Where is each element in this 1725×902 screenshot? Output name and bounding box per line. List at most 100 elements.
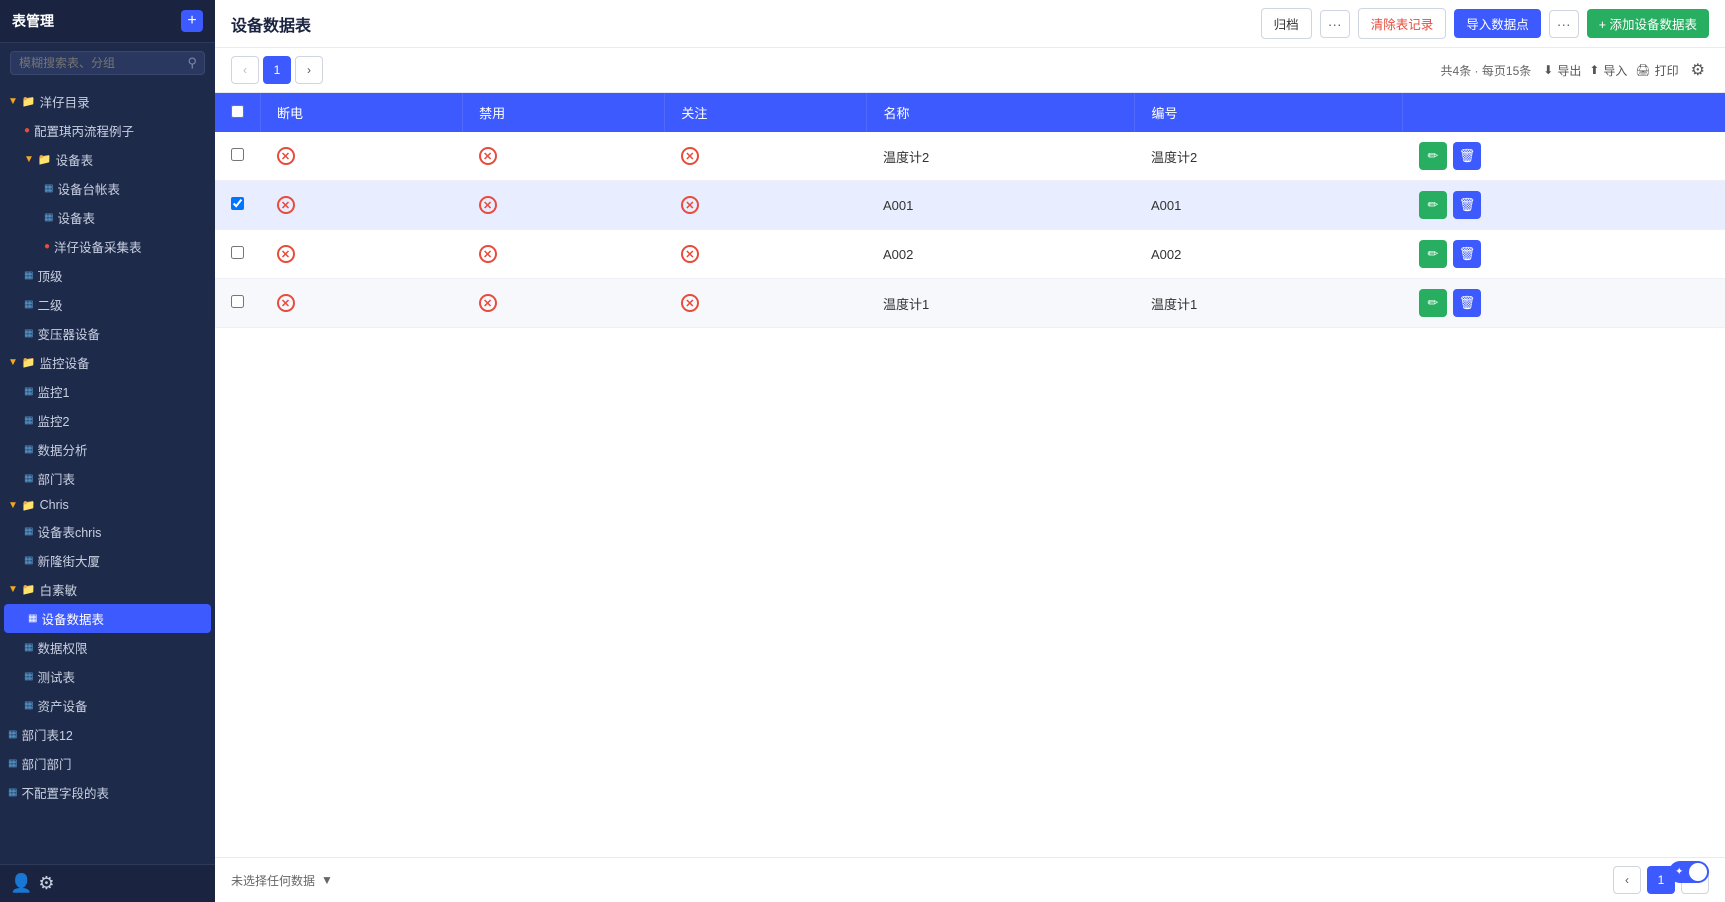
row-checkbox-1[interactable] [231,197,244,210]
prev-page-button[interactable]: ‹ [231,56,259,84]
table-row: ✕ ✕ ✕ 温度计2 温度计2 ✏ 🗑 [215,132,1725,181]
row-checkbox-0[interactable] [231,148,244,161]
sidebar-item-device-account[interactable]: ▦ 设备台帐表 [0,174,215,203]
x-circle-icon: ✕ [479,147,497,165]
select-all-checkbox[interactable] [231,105,244,118]
page-title: 设备数据表 [231,12,311,36]
sidebar-item-label: 顶级 [37,266,62,285]
search-input[interactable] [10,51,205,75]
sidebar-item-dept-table12[interactable]: ▦ 部门表12 [0,720,215,749]
x-circle-icon: ✕ [681,196,699,214]
sidebar-item-yangzai-dir[interactable]: ▼ 📁 洋仔目录 [0,87,215,116]
edit-button-3[interactable]: ✏ [1419,289,1447,317]
sidebar-item-xinlong-building[interactable]: ▦ 新隆街大厦 [0,546,215,575]
sidebar-item-chris-dir[interactable]: ▼ 📁 Chris [0,493,215,517]
sidebar-item-device-table[interactable]: ▦ 设备表 [0,203,215,232]
sidebar-item-label: 数据权限 [37,638,87,657]
edit-button-2[interactable]: ✏ [1419,240,1447,268]
sidebar-item-label: Chris [40,498,69,512]
column-code: 编号 [1135,93,1403,132]
user-avatar[interactable]: 👤 [10,873,32,894]
sidebar-item-test-table[interactable]: ▦ 测试表 [0,662,215,691]
delete-button-0[interactable]: 🗑 [1453,142,1481,170]
sidebar-item-label: 变压器设备 [37,324,100,343]
sidebar-item-label: 新隆街大厦 [37,551,100,570]
sidebar-item-label: 设备台帐表 [57,179,120,198]
delete-button-2[interactable]: 🗑 [1453,240,1481,268]
sidebar-item-config-qiong[interactable]: ● 配置琪丙流程例子 [0,116,215,145]
sidebar-item-no-field-table[interactable]: ▦ 不配置字段的表 [0,778,215,807]
delete-button-3[interactable]: 🗑 [1453,289,1481,317]
sidebar-item-top-level[interactable]: ▦ 顶级 [0,261,215,290]
sidebar-tree: ▼ 📁 洋仔目录 ● 配置琪丙流程例子 ▼ 📁 设备表 ▦ 设备台帐表 ▦ 设备… [0,83,215,864]
sidebar-item-monitor1[interactable]: ▦ 监控1 [0,377,215,406]
export-button[interactable]: ⬇ 导出 [1543,62,1581,79]
folder-icon: 📁 [22,356,36,369]
next-page-button[interactable]: › [295,56,323,84]
column-power-off: 断电 [261,93,463,132]
toggle-switch[interactable]: ✦ [1669,861,1709,883]
folder-icon: 📁 [22,499,36,512]
row-name: 温度计1 [867,279,1135,328]
sidebar-item-device-table-dir[interactable]: ▼ 📁 设备表 [0,145,215,174]
sidebar-item-asset-device[interactable]: ▦ 资产设备 [0,691,215,720]
settings-icon[interactable]: ⚙ [38,873,54,894]
table-settings-button[interactable]: ⚙ [1687,56,1709,84]
print-icon: 🖨 [1635,63,1650,77]
sidebar-item-second-level[interactable]: ▦ 二级 [0,290,215,319]
sidebar-item-dept-dept[interactable]: ▦ 部门部门 [0,749,215,778]
print-button[interactable]: 🖨 打印 [1635,62,1678,79]
sidebar-item-baisumin-dir[interactable]: ▼ 📁 白素敏 [0,575,215,604]
clear-records-button[interactable]: 清除表记录 [1358,8,1447,39]
sidebar-item-monitor-dir[interactable]: ▼ 📁 监控设备 [0,348,215,377]
delete-button-1[interactable]: 🗑 [1453,191,1481,219]
column-name: 名称 [867,93,1135,132]
archive-button[interactable]: 归档 [1261,8,1312,39]
row-disable: ✕ [463,230,665,279]
pagination-left: ‹ 1 › [231,56,323,84]
row-code: 温度计2 [1135,132,1403,181]
sidebar-item-data-auth[interactable]: ▦ 数据权限 [0,633,215,662]
edit-button-0[interactable]: ✏ [1419,142,1447,170]
import-more-button[interactable]: ··· [1549,10,1579,38]
import-button[interactable]: ⬆ 导入 [1589,62,1627,79]
sidebar-item-dept-table[interactable]: ▦ 部门表 [0,464,215,493]
sidebar-title: 表管理 [12,11,54,31]
x-circle-icon: ✕ [681,294,699,312]
topbar: 设备数据表 归档 ··· 清除表记录 导入数据点 ··· + 添加设备数据表 [215,0,1725,48]
column-actions [1403,93,1725,132]
sidebar-item-monitor2[interactable]: ▦ 监控2 [0,406,215,435]
add-device-data-button[interactable]: + 添加设备数据表 [1587,9,1709,38]
main-content: 设备数据表 归档 ··· 清除表记录 导入数据点 ··· + 添加设备数据表 ‹… [215,0,1725,902]
sidebar-item-yangzai-device[interactable]: ● 洋仔设备采集表 [0,232,215,261]
add-table-button[interactable]: + [181,10,203,32]
row-checkbox-3[interactable] [231,295,244,308]
row-checkbox-cell [215,132,261,181]
import-data-button[interactable]: 导入数据点 [1454,9,1541,38]
row-checkbox-cell [215,181,261,230]
row-disable: ✕ [463,132,665,181]
toggle-icon: ✦ [1675,867,1683,878]
sidebar-item-label: 部门部门 [21,754,71,773]
sidebar-item-transformer[interactable]: ▦ 变压器设备 [0,319,215,348]
sidebar-item-data-analysis[interactable]: ▦ 数据分析 [0,435,215,464]
x-circle-icon: ✕ [681,147,699,165]
archive-more-button[interactable]: ··· [1320,10,1350,38]
sidebar-item-device-chris[interactable]: ▦ 设备表chris [0,517,215,546]
pagination-top-bar: ‹ 1 › 共4条 · 每页15条 ⬇ 导出 ⬆ 导入 🖨 打印 [215,48,1725,93]
sidebar-item-label: 洋仔设备采集表 [54,237,142,256]
x-circle-icon: ✕ [277,245,295,263]
x-circle-icon: ✕ [681,245,699,263]
x-circle-icon: ✕ [479,294,497,312]
bottom-prev-page[interactable]: ‹ [1613,866,1641,894]
page-1-button[interactable]: 1 [263,56,291,84]
total-info: 共4条 · 每页15条 [1441,62,1532,79]
sidebar-item-label: 资产设备 [37,696,87,715]
edit-button-1[interactable]: ✏ [1419,191,1447,219]
sidebar-item-label: 洋仔目录 [40,92,90,111]
sidebar-item-label: 设备表 [56,150,94,169]
row-power-off: ✕ [261,181,463,230]
row-disable: ✕ [463,181,665,230]
sidebar-item-device-data[interactable]: ▦ 设备数据表 [4,604,211,633]
row-checkbox-2[interactable] [231,246,244,259]
